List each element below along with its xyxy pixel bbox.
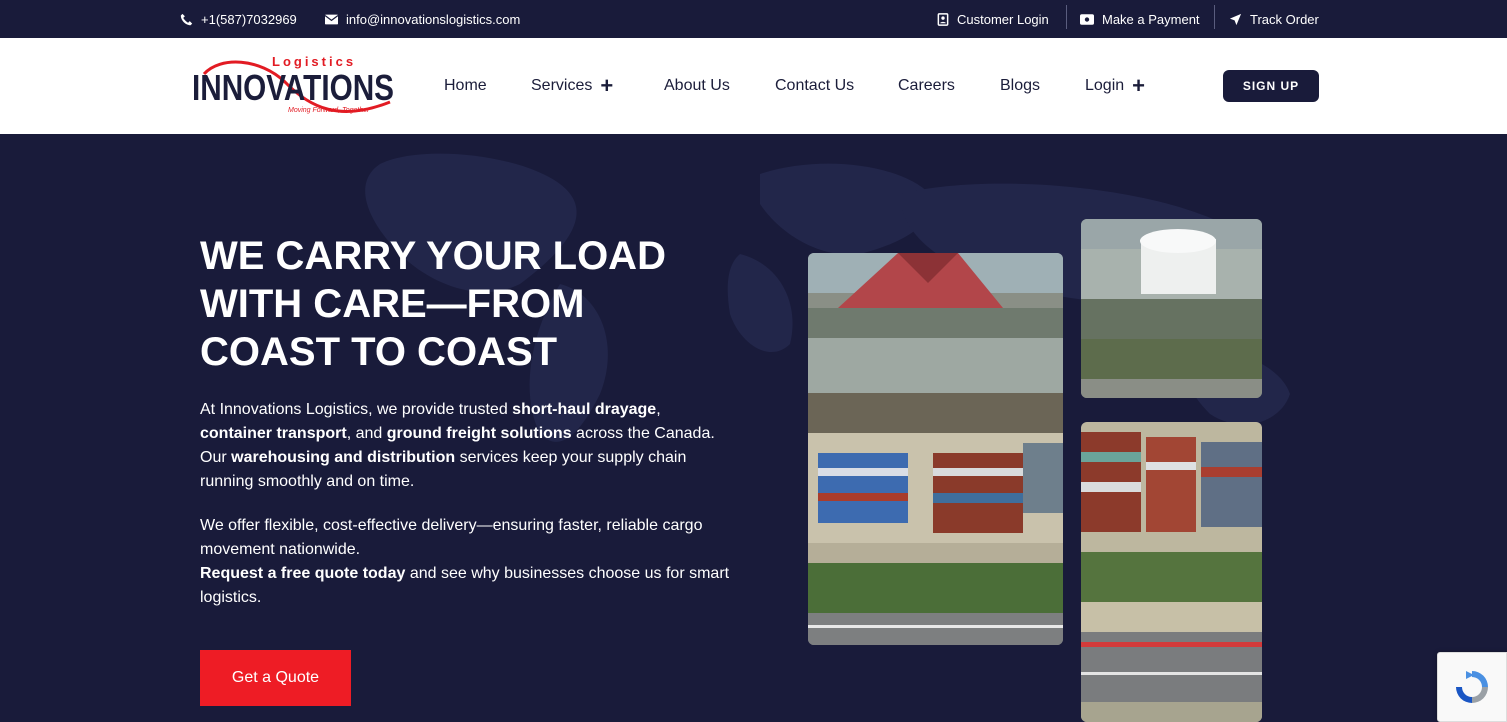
divider [1214,5,1215,29]
expand-plus-icon: + [600,73,614,98]
expand-plus-icon: + [1132,73,1146,98]
email-icon [325,14,338,24]
hero-secondary-paragraph: We offer flexible, cost-effective delive… [200,514,760,610]
nav-about[interactable]: About Us [664,76,730,96]
top-bar: +1(587)7032969 info@innovationslogistics… [0,0,1507,38]
text-bold: container transport [200,425,347,442]
text-bold: ground freight solutions [386,425,572,442]
phone-link[interactable]: +1(587)7032969 [180,0,297,38]
site-logo[interactable]: Logistics INNOVATIONS Moving Forward, To… [190,52,400,124]
lng-terminal-photo [1081,219,1262,398]
nav-login[interactable]: Login + [1085,73,1146,98]
text-bold: warehousing and distribution [231,449,456,466]
text-run: and see why businesses choose us for sma… [405,565,730,582]
divider [1066,5,1067,29]
text-run: running smoothly and on time. [200,473,415,490]
main-header: Logistics INNOVATIONS Moving Forward, To… [0,38,1507,134]
sign-up-button[interactable]: SIGN UP [1223,70,1319,102]
nav-careers-label: Careers [898,77,955,94]
nav-login-label: Login [1085,77,1125,94]
text-run: , [656,401,661,418]
track-icon [1229,13,1242,25]
get-a-quote-button[interactable]: Get a Quote [200,650,351,706]
port-photo-large [808,253,1063,645]
text-run: At Innovations Logistics, we provide tru… [200,401,513,418]
text-bold: short-haul drayage [512,401,657,418]
hero-title: WE CARRY YOUR LOAD WITH CARE—FROM COAST … [200,232,760,376]
hero-title-line: WE CARRY YOUR LOAD [200,234,666,278]
customer-login-icon [937,12,949,26]
nav-blogs[interactable]: Blogs [1000,76,1040,96]
text-run: services keep your supply chain [455,449,687,466]
phone-icon [180,13,193,25]
make-payment-label: Make a Payment [1102,11,1200,27]
recaptcha-icon [1456,671,1488,703]
track-order-link[interactable]: Track Order [1229,0,1319,38]
container-yard-photo [1081,422,1262,722]
hero-intro-paragraph: At Innovations Logistics, we provide tru… [200,398,760,494]
svg-text:INNOVATIONS: INNOVATIONS [192,67,394,108]
nav-home-label: Home [444,77,487,94]
customer-login-link[interactable]: Customer Login [937,0,1049,38]
track-order-label: Track Order [1250,11,1319,27]
recaptcha-badge[interactable] [1437,652,1507,722]
nav-contact[interactable]: Contact Us [775,76,854,96]
hero-section: WE CARRY YOUR LOAD WITH CARE—FROM COAST … [0,134,1507,722]
nav-blogs-label: Blogs [1000,77,1041,94]
nav-services-label: Services [531,77,593,94]
nav-home[interactable]: Home [444,76,487,96]
svg-text:Moving Forward, Together: Moving Forward, Together [288,107,370,114]
text-run: Our [200,449,232,466]
text-run: movement nationwide. [200,541,361,558]
nav-services[interactable]: Services + [531,73,614,98]
hero-title-line: WITH CARE—FROM [200,282,585,326]
text-bold: Request a free quote today [200,565,406,582]
text-run: across the Canada. [571,425,715,442]
payment-icon [1080,13,1094,25]
text-run: logistics. [200,589,262,606]
phone-number: +1(587)7032969 [201,11,297,27]
email-link[interactable]: info@innovationslogistics.com [325,0,520,38]
customer-login-label: Customer Login [957,11,1049,27]
hero-title-line: COAST TO COAST [200,330,558,374]
nav-contact-label: Contact Us [775,77,855,94]
nav-careers[interactable]: Careers [898,76,955,96]
email-address: info@innovationslogistics.com [346,11,521,27]
text-run: We offer flexible, cost-effective delive… [200,517,703,534]
make-payment-link[interactable]: Make a Payment [1080,0,1200,38]
nav-about-label: About Us [664,77,730,94]
text-run: , and [346,425,387,442]
